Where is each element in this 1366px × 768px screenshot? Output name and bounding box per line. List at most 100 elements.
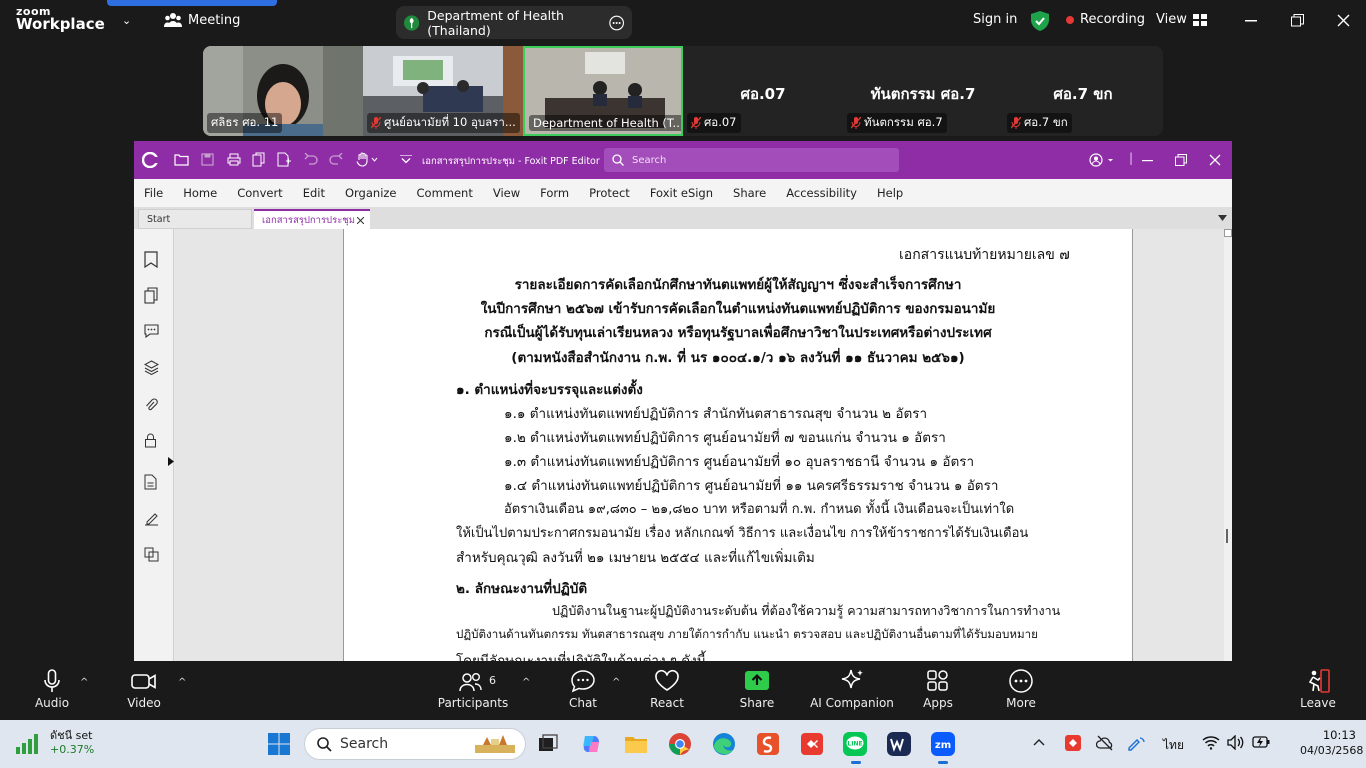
video-tile[interactable]: ทันตกรรม ศอ.7 ทันตกรรม ศอ.7 bbox=[843, 46, 1003, 136]
menu-protect[interactable]: Protect bbox=[579, 186, 640, 200]
audio-button[interactable]: Audio bbox=[12, 669, 92, 710]
tabs-dropdown-icon[interactable] bbox=[1218, 215, 1227, 221]
layers-icon[interactable] bbox=[144, 360, 159, 375]
menu-comment[interactable]: Comment bbox=[407, 186, 483, 200]
zoom-taskbar-icon[interactable]: zm bbox=[929, 730, 957, 758]
menu-help[interactable]: Help bbox=[867, 186, 913, 200]
close-tab-icon[interactable] bbox=[357, 217, 364, 224]
recording-indicator[interactable]: Recording bbox=[1066, 12, 1145, 27]
participants-options-caret[interactable]: ^ bbox=[522, 677, 530, 688]
pdf-page[interactable]: เอกสารแนบท้ายหมายเลข ๗ รายละเอียดการคัดเ… bbox=[343, 229, 1133, 661]
chrome-icon[interactable] bbox=[666, 730, 694, 758]
apps-button[interactable]: Apps bbox=[898, 669, 978, 710]
anydesk-icon[interactable] bbox=[798, 730, 826, 758]
expand-panel-icon[interactable] bbox=[168, 457, 174, 466]
participant-name: ศลิธร ศอ. 11 bbox=[207, 113, 283, 133]
search-input[interactable]: Search bbox=[604, 148, 899, 172]
menu-share[interactable]: Share bbox=[723, 186, 776, 200]
video-tile[interactable]: ศอ.7 ขก ศอ.7 ขก bbox=[1003, 46, 1163, 136]
file-explorer-icon[interactable] bbox=[622, 730, 650, 758]
save-icon[interactable] bbox=[201, 153, 214, 166]
document-properties-icon[interactable] bbox=[144, 474, 157, 490]
redo-icon[interactable] bbox=[329, 153, 343, 165]
line-icon[interactable]: LINE bbox=[841, 730, 869, 758]
clock[interactable]: 10:13 04/03/2568 bbox=[1300, 728, 1363, 758]
copy-doc-icon[interactable] bbox=[252, 152, 265, 167]
menu-convert[interactable]: Convert bbox=[227, 186, 292, 200]
wifi-icon[interactable] bbox=[1202, 735, 1220, 750]
edge-icon[interactable] bbox=[710, 730, 738, 758]
vertical-scrollbar[interactable] bbox=[1224, 229, 1232, 661]
task-view-icon[interactable] bbox=[534, 730, 562, 758]
chevron-down-icon[interactable]: ⌄ bbox=[122, 14, 131, 27]
chat-options-caret[interactable]: ^ bbox=[612, 677, 620, 688]
chat-button[interactable]: Chat bbox=[543, 669, 623, 710]
close-icon[interactable] bbox=[1209, 154, 1221, 166]
wps-icon[interactable] bbox=[885, 730, 913, 758]
comments-icon[interactable] bbox=[144, 324, 159, 338]
video-options-caret[interactable]: ^ bbox=[178, 677, 186, 688]
hand-tool-icon[interactable] bbox=[356, 152, 378, 167]
video-tile-active[interactable]: Department of Health (T... bbox=[523, 46, 683, 136]
foxit-taskbar-icon[interactable] bbox=[754, 730, 782, 758]
menu-form[interactable]: Form bbox=[530, 186, 579, 200]
sign-in-button[interactable]: Sign in bbox=[973, 12, 1017, 27]
pages-icon[interactable] bbox=[144, 287, 158, 304]
pen-keyboard-icon[interactable] bbox=[1126, 734, 1146, 752]
copilot-icon[interactable] bbox=[578, 730, 606, 758]
menu-edit[interactable]: Edit bbox=[293, 186, 335, 200]
leave-button[interactable]: Leave bbox=[1278, 669, 1358, 710]
compare-icon[interactable] bbox=[144, 547, 159, 562]
customize-dropdown-icon[interactable] bbox=[400, 155, 412, 164]
tab-start[interactable]: Start bbox=[138, 209, 252, 229]
meeting-title-pill[interactable]: Department of Health (Thailand) bbox=[396, 6, 632, 39]
menu-foxit-esign[interactable]: Foxit eSign bbox=[640, 186, 723, 200]
print-icon[interactable] bbox=[227, 153, 241, 166]
more-button[interactable]: More bbox=[981, 669, 1061, 710]
participants-button[interactable]: Participants bbox=[433, 669, 513, 710]
video-button[interactable]: Video bbox=[104, 669, 184, 710]
battery-icon[interactable] bbox=[1252, 736, 1270, 748]
audio-options-caret[interactable]: ^ bbox=[80, 677, 88, 688]
taskbar-search[interactable]: Search bbox=[304, 728, 526, 760]
windows-start-icon[interactable] bbox=[268, 733, 290, 755]
video-tile[interactable]: ศอ.07 ศอ.07 bbox=[683, 46, 843, 136]
minimize-icon[interactable] bbox=[1142, 160, 1153, 162]
menu-organize[interactable]: Organize bbox=[335, 186, 407, 200]
undo-icon[interactable] bbox=[304, 153, 318, 165]
stock-widget[interactable]: ดัชนี set +0.37% bbox=[14, 729, 94, 757]
close-icon[interactable] bbox=[1337, 14, 1350, 27]
restore-icon[interactable] bbox=[1175, 154, 1187, 166]
signature-icon[interactable] bbox=[144, 511, 159, 526]
cloud-offline-icon[interactable] bbox=[1096, 734, 1114, 752]
security-lock-icon[interactable] bbox=[144, 433, 157, 448]
bookmark-icon[interactable] bbox=[144, 251, 158, 268]
share-button[interactable]: Share bbox=[717, 669, 797, 710]
video-tile[interactable]: ศูนย์อนามัยที่ 10 อุบลรา... bbox=[363, 46, 523, 136]
shield-check-icon[interactable] bbox=[1031, 11, 1049, 31]
open-folder-icon[interactable] bbox=[174, 153, 189, 166]
volume-icon[interactable] bbox=[1227, 735, 1245, 750]
anydesk-tray-icon[interactable] bbox=[1064, 734, 1082, 752]
meeting-button[interactable]: Meeting bbox=[164, 12, 240, 28]
input-language[interactable]: ไทย bbox=[1163, 736, 1184, 755]
ai-companion-button[interactable]: AI Companion bbox=[802, 669, 902, 710]
menu-home[interactable]: Home bbox=[173, 186, 227, 200]
restore-icon[interactable] bbox=[1291, 14, 1304, 27]
minimize-icon[interactable] bbox=[1245, 20, 1257, 22]
scroll-thumb[interactable] bbox=[1226, 529, 1228, 543]
menu-file[interactable]: File bbox=[134, 186, 173, 200]
view-button[interactable]: View bbox=[1156, 12, 1207, 27]
menu-view[interactable]: View bbox=[483, 186, 530, 200]
work-line2: ปฏิบัติงานด้านทันตกรรม ทันตสาธารณสุข ภาย… bbox=[456, 627, 1038, 641]
video-tile[interactable]: ศลิธร ศอ. 11 bbox=[203, 46, 363, 136]
menu-accessibility[interactable]: Accessibility bbox=[776, 186, 867, 200]
more-options-icon[interactable] bbox=[609, 14, 624, 32]
attachment-icon[interactable] bbox=[144, 397, 158, 413]
new-doc-icon[interactable] bbox=[277, 152, 291, 167]
tab-document[interactable]: เอกสารสรุปการประชุม bbox=[254, 209, 370, 229]
account-icon[interactable] bbox=[1089, 153, 1115, 167]
react-button[interactable]: React bbox=[627, 669, 707, 710]
scroll-up-button[interactable] bbox=[1224, 229, 1232, 237]
show-hidden-icons-icon[interactable] bbox=[1033, 738, 1045, 746]
